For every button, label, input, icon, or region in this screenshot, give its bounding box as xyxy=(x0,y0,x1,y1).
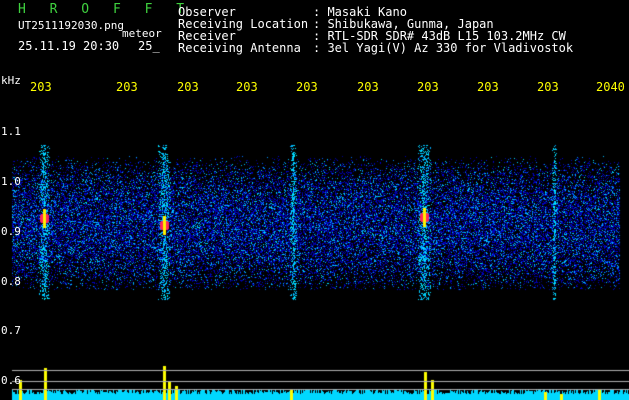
x-tick: 203 xyxy=(357,80,379,94)
x-tick: 203 xyxy=(537,80,559,94)
y-axis-unit: kHz xyxy=(1,74,21,87)
hrofft-screen: H R O F F T UT2511192030.png meteor 25.1… xyxy=(0,0,629,400)
y-tick: 0.9 xyxy=(1,225,21,238)
x-tick: 203 xyxy=(236,80,258,94)
y-tick: 0.6 xyxy=(1,374,21,387)
x-tick: 203 xyxy=(296,80,318,94)
x-tick: 203 xyxy=(477,80,499,94)
x-tick: 203 xyxy=(116,80,138,94)
waterfall-spectrogram xyxy=(0,0,629,400)
info-value-antenna: : 3el Yagi(V) Az 330 for Vladivostok xyxy=(313,41,574,55)
x-tick: 203 xyxy=(30,80,52,94)
datetime: 25.11.19 20:30 xyxy=(18,39,120,53)
y-tick: 0.8 xyxy=(1,275,21,288)
meteor-count: 25_ xyxy=(138,39,160,53)
filename: UT2511192030.png xyxy=(18,19,124,32)
y-tick: 1.1 xyxy=(1,125,21,138)
x-tick: 2040 xyxy=(596,80,625,94)
y-tick: 1.0 xyxy=(1,175,21,188)
x-tick: 203 xyxy=(417,80,439,94)
x-tick: 203 xyxy=(177,80,199,94)
y-tick: 0.7 xyxy=(1,324,21,337)
app-title: H R O F F T xyxy=(18,2,193,17)
info-label-antenna: Receiving Antenna xyxy=(178,41,301,55)
